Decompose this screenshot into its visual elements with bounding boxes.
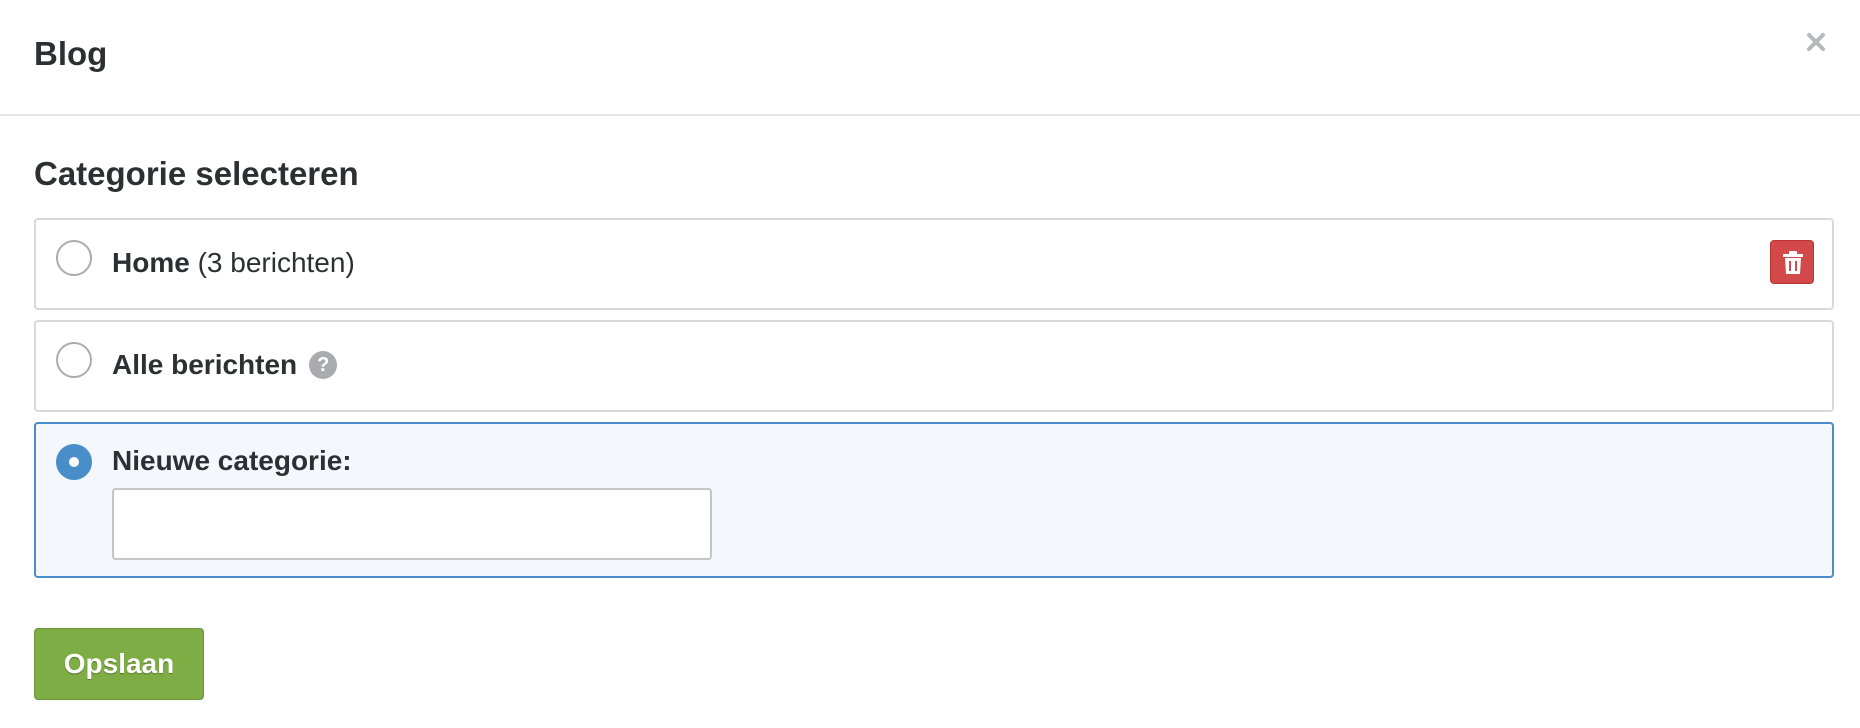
category-option-home[interactable]: Home (3 berichten): [34, 218, 1834, 310]
radio-home[interactable]: [56, 240, 92, 276]
radio-new-category[interactable]: [56, 444, 92, 480]
category-option-all-posts[interactable]: Alle berichten?: [34, 320, 1834, 412]
section-title: Categorie selecteren: [34, 155, 359, 192]
blog-modal: Blog Categorie selecteren Home (3 berich…: [0, 0, 1860, 728]
option-label-all-posts: Alle berichten?: [112, 348, 338, 382]
option-label-home: Home (3 berichten): [112, 246, 355, 280]
option-name: Alle berichten: [112, 349, 298, 380]
option-name: Nieuwe categorie:: [112, 445, 352, 476]
option-label-new: Nieuwe categorie:: [112, 444, 352, 478]
delete-category-button[interactable]: [1770, 240, 1814, 284]
trash-icon: [1783, 251, 1803, 274]
close-button[interactable]: [1798, 24, 1834, 60]
radio-all-posts[interactable]: [56, 342, 92, 378]
modal-header: Blog: [0, 0, 1860, 116]
close-icon: [1807, 33, 1825, 51]
radio-selected-dot: [69, 457, 79, 467]
category-option-new[interactable]: Nieuwe categorie:: [34, 422, 1834, 578]
modal-title: Blog: [34, 35, 108, 72]
save-button[interactable]: Opslaan: [34, 628, 204, 700]
new-category-input[interactable]: [112, 488, 712, 560]
question-circle-icon[interactable]: ?: [309, 350, 338, 379]
option-name: Home: [112, 247, 190, 278]
option-count: (3 berichten): [197, 247, 355, 278]
